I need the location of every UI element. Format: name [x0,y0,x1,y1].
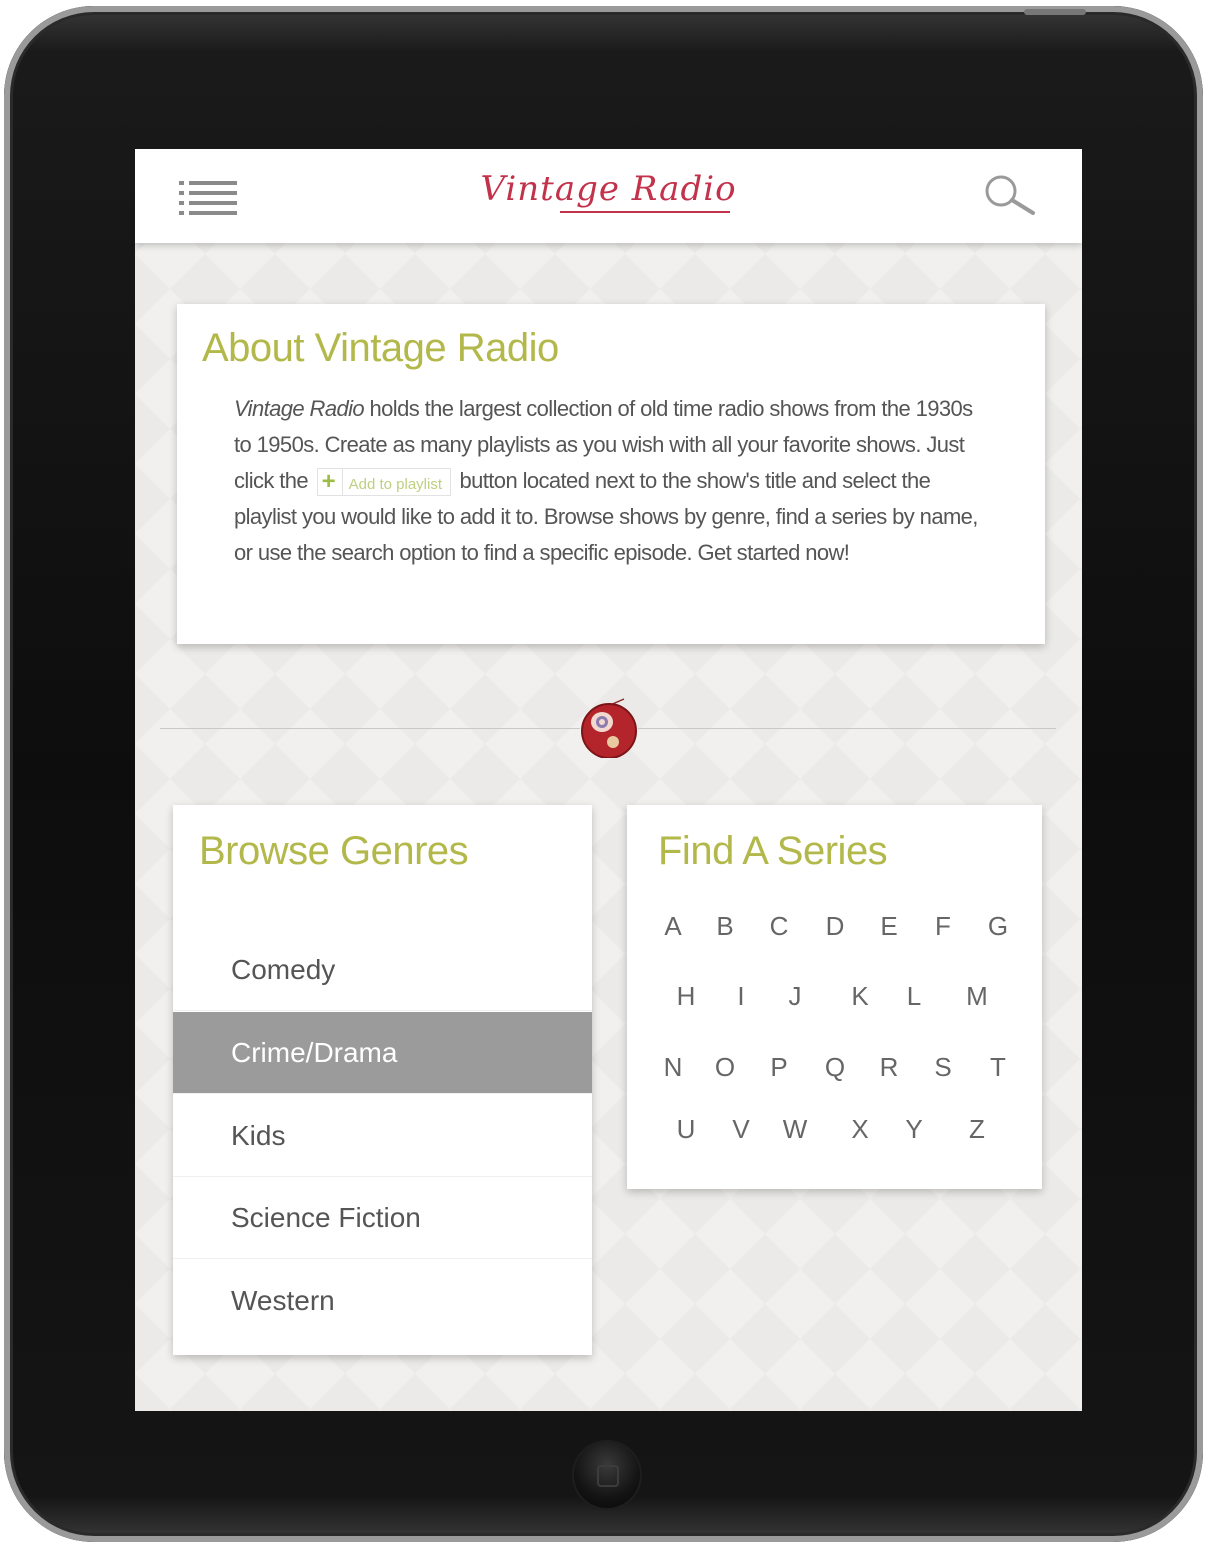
genre-item-crime-drama[interactable]: Crime/Drama [173,1012,592,1094]
letter-q[interactable]: Q [815,1052,855,1083]
divider-right [638,728,1056,729]
letter-h[interactable]: H [666,981,706,1012]
letter-u[interactable]: U [666,1114,706,1145]
letter-f[interactable]: F [923,911,963,942]
browse-genres-card: Browse Genres Comedy Crime/Drama Kids Sc… [173,805,592,1355]
letter-v[interactable]: V [721,1114,761,1145]
letter-r[interactable]: R [869,1052,909,1083]
divider-left [160,728,580,729]
alphabet-grid: ABCDEFG HIJKLM NOPQRST UVWXYZ [627,805,1042,1189]
letter-w[interactable]: W [775,1114,815,1145]
letter-e[interactable]: E [869,911,909,942]
letter-g[interactable]: G [978,911,1018,942]
vintage-radio-icon [581,698,637,758]
letter-l[interactable]: L [894,981,934,1012]
plus-icon: + [321,468,343,496]
add-to-playlist-label: Add to playlist [348,476,442,494]
find-a-series-card: Find A Series ABCDEFGHIJKLMNOPQRSTUVWXYZ [627,805,1042,1189]
home-button[interactable] [574,1442,640,1508]
app-screen: Vintage Radio About Vintage Radio Vintag… [135,149,1082,1411]
search-icon[interactable] [983,173,1037,217]
letter-x[interactable]: X [840,1114,880,1145]
about-card: About Vintage Radio Vintage Radio holds … [177,304,1045,644]
letter-i[interactable]: I [721,981,761,1012]
about-brand: Vintage Radio [234,396,365,421]
logo-underline [560,211,730,213]
genre-item-comedy[interactable]: Comedy [173,929,592,1011]
power-button [1024,9,1086,15]
letter-y[interactable]: Y [894,1114,934,1145]
letter-m[interactable]: M [957,981,997,1012]
genre-item-science-fiction[interactable]: Science Fiction [173,1177,592,1259]
letter-o[interactable]: O [705,1052,745,1083]
letter-c[interactable]: C [759,911,799,942]
letter-t[interactable]: T [978,1052,1018,1083]
app-logo[interactable]: Vintage Radio [475,169,742,209]
letter-j[interactable]: J [775,981,815,1012]
add-to-playlist-button[interactable]: + Add to playlist [316,468,451,497]
genre-item-western[interactable]: Western [173,1260,592,1342]
about-text: Vintage Radio holds the largest collecti… [234,391,994,571]
letter-p[interactable]: P [759,1052,799,1083]
hamburger-menu-icon[interactable] [179,177,239,217]
about-title: About Vintage Radio [202,326,559,370]
letter-s[interactable]: S [923,1052,963,1083]
letter-k[interactable]: K [840,981,880,1012]
top-bar: Vintage Radio [135,149,1082,243]
browse-genres-title: Browse Genres [199,829,469,873]
letter-a[interactable]: A [653,911,693,942]
letter-z[interactable]: Z [957,1114,997,1145]
genre-item-kids[interactable]: Kids [173,1095,592,1177]
letter-n[interactable]: N [653,1052,693,1083]
letter-b[interactable]: B [705,911,745,942]
letter-d[interactable]: D [815,911,855,942]
